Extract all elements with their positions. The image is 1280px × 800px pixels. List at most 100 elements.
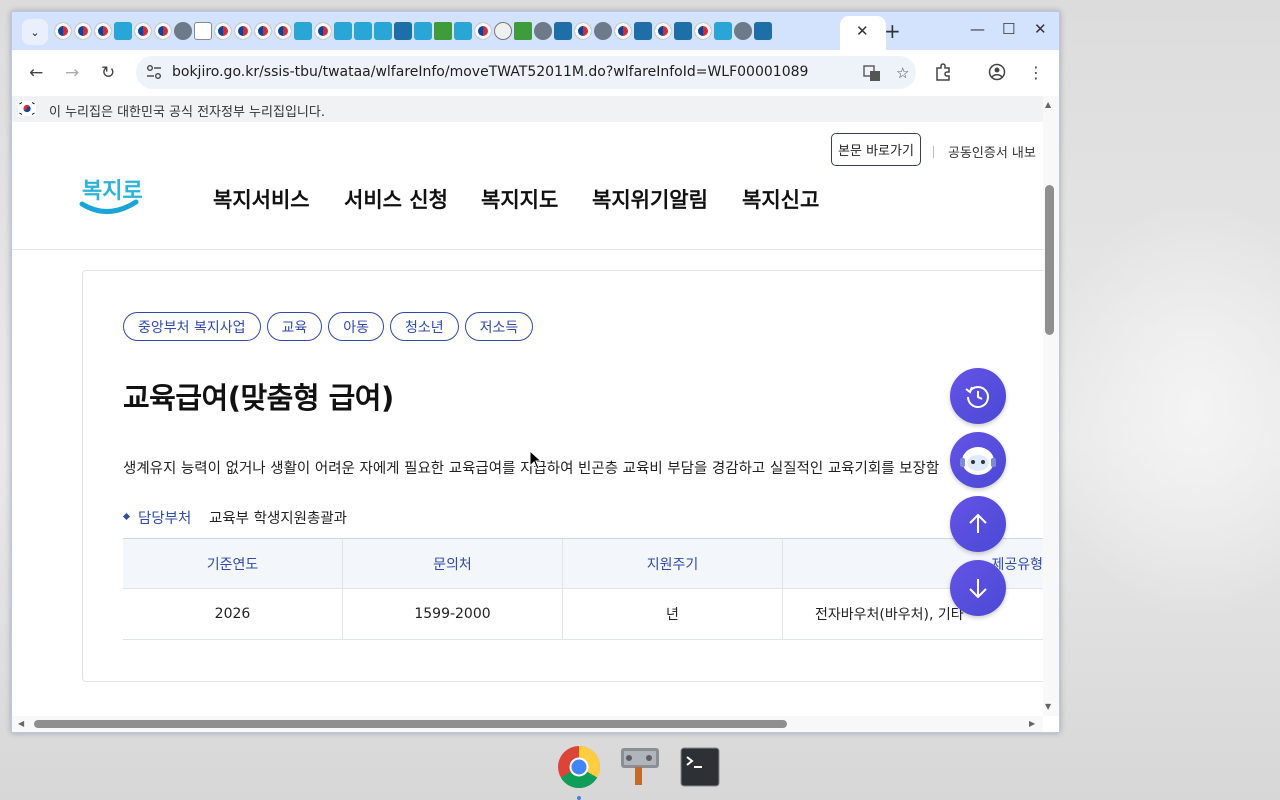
- tab-favicon-icon[interactable]: [634, 22, 652, 40]
- tab-favicon-icon[interactable]: [394, 22, 412, 40]
- table-cell: 2026: [123, 588, 343, 640]
- scroll-down-arrow-icon[interactable]: ▼: [1045, 702, 1051, 711]
- new-tab-button[interactable]: +: [884, 19, 901, 43]
- nav-service-apply[interactable]: 서비스 신청: [344, 184, 448, 214]
- tab-favicon-icon[interactable]: [754, 22, 772, 40]
- tab-favicon-icon[interactable]: [274, 22, 292, 40]
- nav-welfare-map[interactable]: 복지지도: [481, 184, 558, 214]
- window-close-icon[interactable]: ✕: [1034, 20, 1047, 38]
- settings-tool-icon[interactable]: [618, 745, 662, 789]
- page-viewport: 이 누리집은 대한민국 공식 전자정부 누리집입니다. 본문 바로가기 공동인증…: [12, 96, 1059, 732]
- header-divider: [12, 249, 1043, 250]
- tab-favicon-icon[interactable]: [414, 22, 432, 40]
- chip-low-income[interactable]: 저소득: [464, 312, 534, 341]
- scroll-right-arrow-icon[interactable]: ▶: [1029, 719, 1035, 728]
- tab-favicon-icon[interactable]: [214, 22, 232, 40]
- logo-text: 복지로: [82, 179, 142, 204]
- tab-favicon-icon[interactable]: [174, 22, 192, 40]
- tab-favicon-icon[interactable]: [314, 22, 332, 40]
- info-table: 기준연도 문의처 지원주기 제공유형 2026 1599-2000 년 전자바우…: [123, 538, 1043, 640]
- tab-favicon-icon[interactable]: [554, 22, 572, 40]
- tab-favicon-icon[interactable]: [294, 22, 312, 40]
- table-cell: 년: [562, 588, 783, 640]
- nav-crisis-alert[interactable]: 복지위기알림: [592, 184, 708, 214]
- tab-favicon-icon[interactable]: [74, 22, 92, 40]
- tab-favicon-icon[interactable]: [94, 22, 112, 40]
- tab-favicon-icon[interactable]: [654, 22, 672, 40]
- scroll-bottom-button[interactable]: [950, 560, 1006, 616]
- horizontal-scroll-thumb[interactable]: [34, 720, 787, 728]
- table-header: 지원주기: [562, 538, 783, 589]
- tab-favicon-icon[interactable]: [734, 22, 752, 40]
- dept-label: 담당부처: [138, 511, 192, 527]
- scroll-left-arrow-icon[interactable]: ◀: [18, 719, 24, 728]
- chip-education[interactable]: 교육: [266, 312, 323, 341]
- dept-value: 교육부 학생지원총괄과: [209, 511, 348, 527]
- tab-favicon-icon[interactable]: [574, 22, 592, 40]
- tab-favicon-icon[interactable]: [694, 22, 712, 40]
- tab-favicon-icon[interactable]: [434, 22, 452, 40]
- tab-close-icon[interactable]: ✕: [856, 22, 869, 40]
- gov-notice-bar: 이 누리집은 대한민국 공식 전자정부 누리집입니다.: [12, 96, 1043, 122]
- tab-favicon-icon[interactable]: [194, 22, 212, 40]
- page-title: 교육급여(맞춤형 급여): [123, 381, 394, 415]
- tab-favicon-icon[interactable]: [494, 22, 512, 40]
- cert-export-link[interactable]: 공동인증서 내보: [948, 142, 1036, 161]
- tab-favicon-icon[interactable]: [474, 22, 492, 40]
- arrow-up-icon: [969, 513, 987, 533]
- nav-welfare-services[interactable]: 복지서비스: [213, 184, 310, 214]
- active-tab[interactable]: ✕: [840, 16, 886, 50]
- tab-favicon-icon[interactable]: [374, 22, 392, 40]
- tab-favicon-icon[interactable]: [594, 22, 612, 40]
- site-info-icon[interactable]: [146, 64, 162, 80]
- chrome-icon[interactable]: [557, 745, 601, 789]
- table-header: 기준연도: [123, 538, 343, 589]
- tab-favicon-icon[interactable]: [334, 22, 352, 40]
- bookmark-star-icon[interactable]: ☆: [896, 64, 909, 82]
- recent-history-button[interactable]: [950, 368, 1006, 424]
- tab-favicon-icon[interactable]: [54, 22, 72, 40]
- scroll-up-arrow-icon[interactable]: ▲: [1045, 100, 1051, 109]
- back-icon[interactable]: ←: [29, 63, 43, 83]
- menu-kebab-icon[interactable]: ⋮: [1028, 63, 1044, 82]
- korea-flag-icon: [18, 101, 36, 116]
- extensions-icon[interactable]: [934, 63, 952, 85]
- chatbot-button[interactable]: [950, 432, 1006, 488]
- vertical-scroll-thumb[interactable]: [1045, 185, 1054, 335]
- forward-icon[interactable]: →: [65, 63, 79, 83]
- tab-search-button[interactable]: ⌄: [22, 19, 48, 45]
- tab-favicon-icon[interactable]: [514, 22, 532, 40]
- address-bar[interactable]: bokjiro.go.kr/ssis-tbu/twataa/wlfareInfo…: [136, 56, 916, 89]
- tab-favicons: [54, 22, 772, 40]
- nav-welfare-report[interactable]: 복지신고: [742, 184, 819, 214]
- tab-favicon-icon[interactable]: [134, 22, 152, 40]
- tab-favicon-icon[interactable]: [454, 22, 472, 40]
- category-chips: 중앙부처 복지사업 교육 아동 청소년 저소득: [123, 312, 534, 341]
- reload-icon[interactable]: ↻: [101, 63, 115, 83]
- maximize-icon[interactable]: ☐: [1002, 20, 1015, 38]
- table-header: 문의처: [342, 538, 563, 589]
- bokjiro-logo[interactable]: 복지로: [78, 168, 142, 224]
- skip-to-content-button[interactable]: 본문 바로가기: [831, 133, 921, 166]
- chip-youth[interactable]: 청소년: [390, 312, 459, 341]
- profile-icon[interactable]: [988, 63, 1006, 85]
- chip-child[interactable]: 아동: [328, 312, 385, 341]
- tab-favicon-icon[interactable]: [714, 22, 732, 40]
- running-indicator: [577, 796, 581, 800]
- browser-toolbar: ← → ↻ bokjiro.go.kr/ssis-tbu/twataa/wlfa…: [12, 50, 1059, 96]
- translate-icon[interactable]: [863, 64, 881, 86]
- tab-favicon-icon[interactable]: [354, 22, 372, 40]
- tab-favicon-icon[interactable]: [534, 22, 552, 40]
- tab-favicon-icon[interactable]: [674, 22, 692, 40]
- tab-favicon-icon[interactable]: [614, 22, 632, 40]
- tab-favicon-icon[interactable]: [234, 22, 252, 40]
- arrow-down-icon: [969, 579, 987, 599]
- chip-central-ministry[interactable]: 중앙부처 복지사업: [123, 312, 261, 341]
- tab-favicon-icon[interactable]: [154, 22, 172, 40]
- tab-favicon-icon[interactable]: [254, 22, 272, 40]
- url-text[interactable]: bokjiro.go.kr/ssis-tbu/twataa/wlfareInfo…: [172, 64, 808, 80]
- minimize-icon[interactable]: —: [970, 20, 985, 38]
- terminal-icon[interactable]: [678, 745, 722, 789]
- tab-favicon-icon[interactable]: [114, 22, 132, 40]
- scroll-top-button[interactable]: [950, 496, 1006, 552]
